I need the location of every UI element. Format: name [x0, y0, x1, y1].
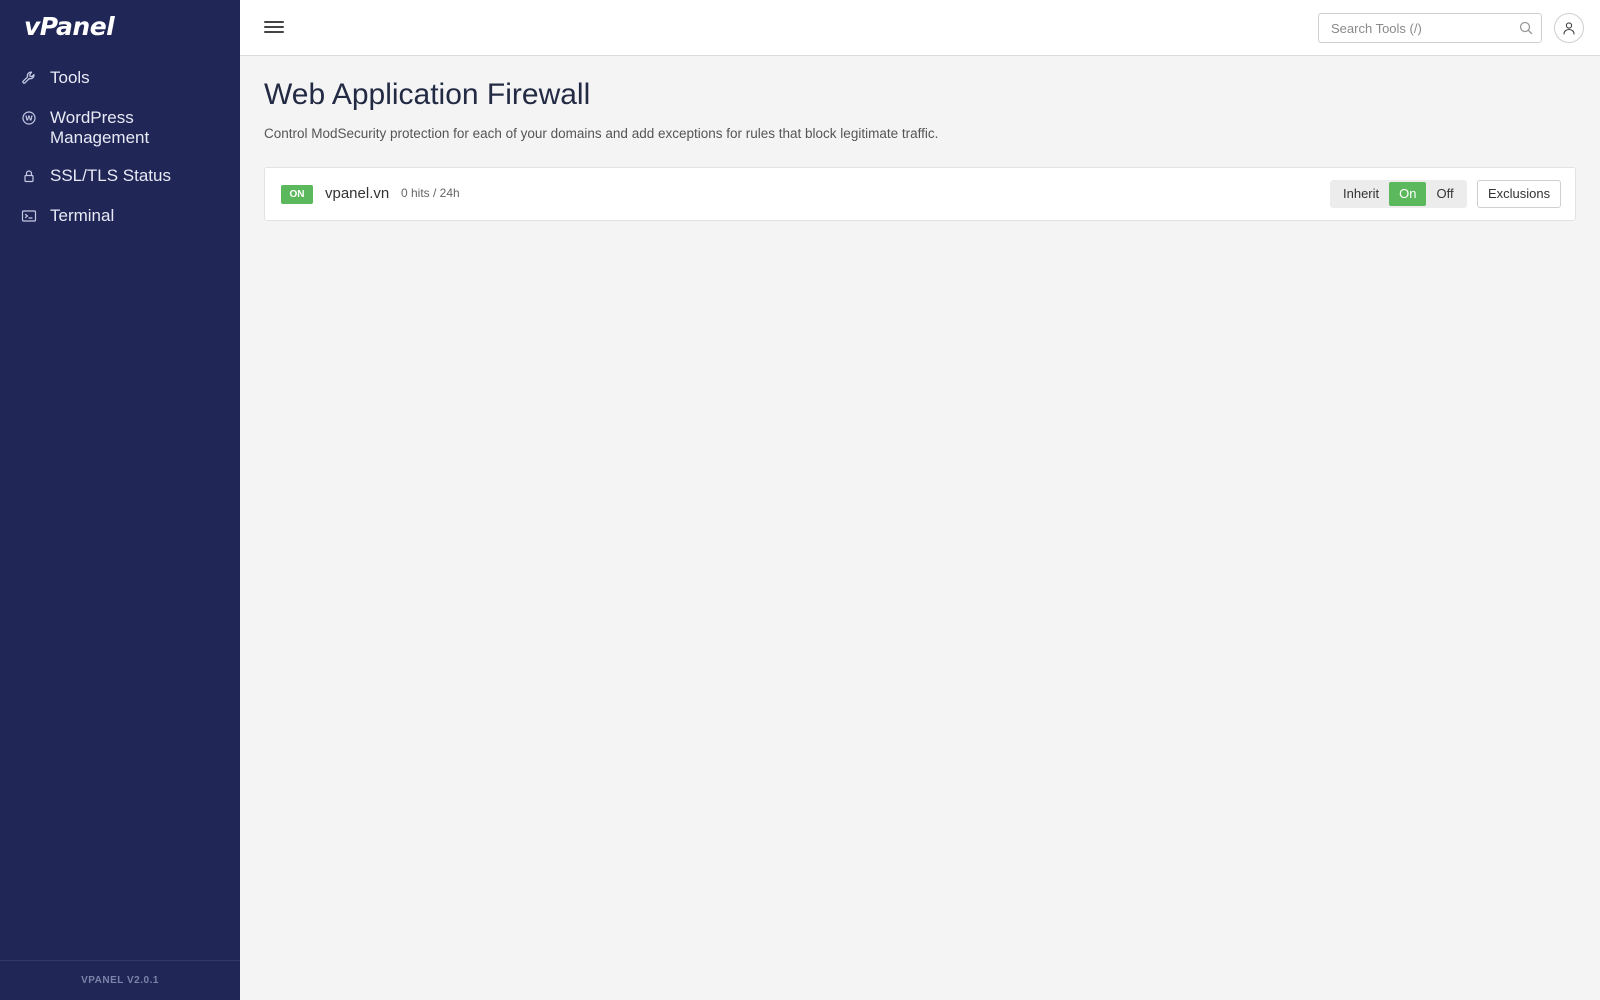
- wrench-icon: [20, 66, 38, 90]
- main-content: Web Application Firewall Control ModSecu…: [264, 76, 1576, 221]
- sidebar-item-label: Tools: [50, 68, 90, 87]
- version-label: VPANEL V2.0.1: [0, 960, 240, 1000]
- sidebar-item-label: WordPress Management: [50, 108, 150, 147]
- domain-row: ON vpanel.vn 0 hits / 24h Inherit On Off…: [264, 167, 1576, 221]
- sidebar-item-tools[interactable]: Tools: [0, 66, 240, 90]
- domain-hits: 0 hits / 24h: [401, 186, 460, 200]
- sidebar-item-label: SSL/TLS Status: [50, 166, 171, 185]
- page-description: Control ModSecurity protection for each …: [264, 126, 939, 141]
- mode-inherit-button[interactable]: Inherit: [1333, 182, 1389, 206]
- sidebar-nav: Tools W WordPress Management SSL/TLS Sta…: [0, 66, 240, 244]
- terminal-icon: [20, 204, 38, 228]
- lock-icon: [20, 164, 38, 188]
- page-title: Web Application Firewall: [264, 78, 591, 111]
- app-logo[interactable]: vPanel: [24, 12, 115, 41]
- sidebar-item-label: Terminal: [50, 206, 115, 225]
- hamburger-menu-icon[interactable]: [264, 18, 284, 36]
- topbar: [240, 0, 1600, 56]
- search-input[interactable]: [1319, 14, 1509, 42]
- sidebar-item-ssl-tls-status[interactable]: SSL/TLS Status: [0, 164, 240, 188]
- sidebar-item-wordpress-management[interactable]: W WordPress Management: [0, 106, 240, 148]
- exclusions-button[interactable]: Exclusions: [1477, 180, 1562, 208]
- user-icon[interactable]: [1554, 13, 1584, 43]
- sidebar: vPanel Tools W WordPress Management SSL/…: [0, 0, 240, 1000]
- domain-name: vpanel.vn: [325, 185, 390, 202]
- search-box: [1318, 13, 1542, 43]
- svg-text:W: W: [25, 115, 33, 123]
- sidebar-item-terminal[interactable]: Terminal: [0, 204, 240, 228]
- mode-toggle-group: Inherit On Off: [1330, 180, 1467, 208]
- mode-on-button[interactable]: On: [1389, 182, 1427, 206]
- mode-off-button[interactable]: Off: [1426, 182, 1463, 206]
- wordpress-icon: W: [20, 106, 38, 130]
- status-badge: ON: [281, 185, 313, 204]
- search-icon[interactable]: [1519, 21, 1533, 35]
